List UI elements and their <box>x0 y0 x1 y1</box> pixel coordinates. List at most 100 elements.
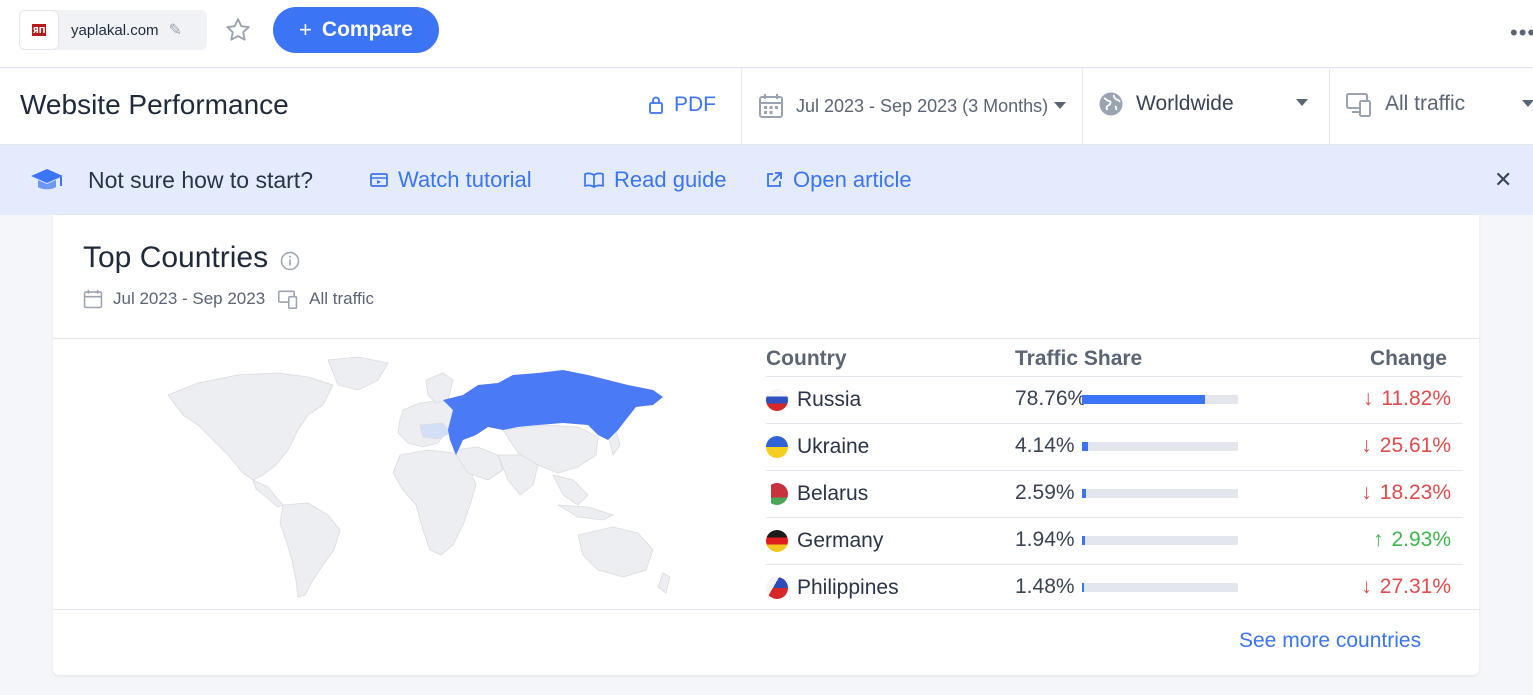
geo-selector[interactable]: Worldwide <box>1098 91 1312 117</box>
new-zealand-shape <box>657 572 671 594</box>
bar-fill <box>1082 442 1089 451</box>
read-guide-link[interactable]: Read guide <box>584 167 727 193</box>
change-value: ↓ 25.61% <box>1361 434 1451 458</box>
change-value: ↓ 11.82% <box>1363 387 1451 411</box>
change-text: 11.82% <box>1381 387 1451 410</box>
scandinavia-shape <box>425 372 454 404</box>
country-name: Russia <box>797 388 862 411</box>
lock-icon <box>649 96 663 114</box>
header-divider <box>741 69 742 145</box>
card-meta: Jul 2023 - Sep 2023 All traffic <box>83 289 374 309</box>
traffic-share: 78.76% <box>1015 387 1087 410</box>
arrow-up-icon: ↑ <box>1372 528 1384 551</box>
traffic-share-bar <box>1082 536 1238 545</box>
banner-question: Not sure how to start? <box>88 167 313 193</box>
external-link-icon <box>767 172 782 187</box>
card-title-text: Top Countries <box>83 241 269 274</box>
card-divider <box>53 338 1479 339</box>
bar-fill <box>1082 395 1205 404</box>
calendar-icon <box>83 289 103 309</box>
change-text: 18.23% <box>1379 481 1451 504</box>
country-name: Philippines <box>797 576 899 599</box>
site-favicon-icon: ЯП <box>19 10 59 50</box>
calendar-icon <box>759 94 783 118</box>
ukraine-flag-icon <box>766 436 788 458</box>
country-name: Belarus <box>797 482 869 505</box>
bar-fill <box>1082 489 1087 498</box>
arrow-down-icon: ↓ <box>1361 481 1372 504</box>
top-countries-card: Top Countries Jul 2023 - Sep 2023 All tr… <box>53 215 1479 675</box>
change-value: ↑ 2.93% <box>1373 528 1451 552</box>
southeast-asia-shape <box>552 474 589 506</box>
change-text: 27.31% <box>1379 575 1451 598</box>
table-row[interactable]: Germany 1.94% ↑ 2.93% <box>766 517 1463 564</box>
header-country: Country <box>766 347 847 370</box>
card-date-range: Jul 2023 - Sep 2023 <box>113 289 266 308</box>
watch-tutorial-label: Watch tutorial <box>398 167 532 192</box>
read-guide-label: Read guide <box>614 167 727 192</box>
belarus-flag-icon <box>766 483 788 505</box>
south-america-shape <box>279 502 341 598</box>
arrow-down-icon: ↓ <box>1362 387 1374 410</box>
traffic-share-bar <box>1082 583 1238 592</box>
table-row[interactable]: Ukraine 4.14% ↓ 25.61% <box>766 423 1463 470</box>
change-text: 25.61% <box>1379 434 1451 457</box>
pdf-button[interactable]: PDF <box>648 93 716 117</box>
greenland-shape <box>327 356 389 391</box>
open-article-label: Open article <box>793 167 912 192</box>
book-icon <box>584 172 604 188</box>
philippines-flag-icon <box>766 577 788 599</box>
traffic-share: 1.94% <box>1015 528 1075 551</box>
change-text: 2.93% <box>1391 528 1451 551</box>
europe-shape <box>397 399 454 448</box>
date-range-selector[interactable]: Jul 2023 - Sep 2023 (3 Months) <box>758 93 1067 119</box>
date-range-label: Jul 2023 - Sep 2023 (3 Months) <box>796 95 1049 116</box>
card-divider <box>53 609 1479 610</box>
compare-label: Compare <box>321 18 413 41</box>
arrow-down-icon: ↓ <box>1361 434 1372 457</box>
open-article-link[interactable]: Open article <box>765 167 912 193</box>
traffic-share: 4.14% <box>1015 434 1075 457</box>
caret-down-icon <box>1296 99 1308 106</box>
central-america-shape <box>252 479 284 508</box>
header-traffic-share: Traffic Share <box>1015 347 1143 370</box>
arrow-down-icon: ↓ <box>1361 575 1372 598</box>
graduation-cap-icon <box>31 169 63 190</box>
change-value: ↓ 18.23% <box>1361 481 1451 505</box>
edit-pencil-icon[interactable]: ✎ <box>169 20 182 40</box>
site-chip[interactable]: ЯП yaplakal.com ✎ <box>19 10 207 50</box>
pdf-label: PDF <box>674 93 716 116</box>
change-value: ↓ 27.31% <box>1361 575 1451 599</box>
germany-flag-icon <box>766 530 788 552</box>
traffic-share: 2.59% <box>1015 481 1075 504</box>
table-row[interactable]: Russia 78.76% ↓ 11.82% <box>766 376 1463 423</box>
see-more-countries-link[interactable]: See more countries <box>1239 629 1421 653</box>
video-icon <box>370 173 388 187</box>
table-row[interactable]: Belarus 2.59% ↓ 18.23% <box>766 470 1463 517</box>
country-name: Ukraine <box>797 435 870 458</box>
compare-button[interactable]: + Compare <box>273 7 439 53</box>
page-header: Website Performance PDF Jul 2023 - Sep 2… <box>0 69 1533 145</box>
devices-icon <box>1346 93 1371 117</box>
table-row[interactable]: Philippines 1.48% ↓ 27.31% <box>766 564 1463 611</box>
watch-tutorial-link[interactable]: Watch tutorial <box>370 167 532 193</box>
russia-flag-icon <box>766 389 788 411</box>
top-bar: ЯП yaplakal.com ✎ + Compare ••• <box>0 0 1533 68</box>
traffic-label: All traffic <box>1385 92 1466 115</box>
country-name: Germany <box>797 529 884 552</box>
caret-down-icon[interactable] <box>1522 100 1533 108</box>
bar-fill <box>1082 536 1086 545</box>
devices-icon <box>278 290 298 309</box>
australia-shape <box>577 526 654 578</box>
bar-fill <box>1082 583 1085 592</box>
traffic-type-selector[interactable]: All traffic <box>1345 91 1465 117</box>
close-icon[interactable]: ✕ <box>1494 167 1512 193</box>
traffic-share: 1.48% <box>1015 575 1075 598</box>
info-icon[interactable] <box>280 251 300 271</box>
world-map <box>167 356 671 598</box>
favorite-star-icon[interactable] <box>222 14 254 46</box>
more-options-icon[interactable]: ••• <box>1510 20 1533 46</box>
header-divider <box>1329 69 1330 145</box>
favicon-text: ЯП <box>32 24 46 36</box>
north-america-shape <box>167 372 334 481</box>
